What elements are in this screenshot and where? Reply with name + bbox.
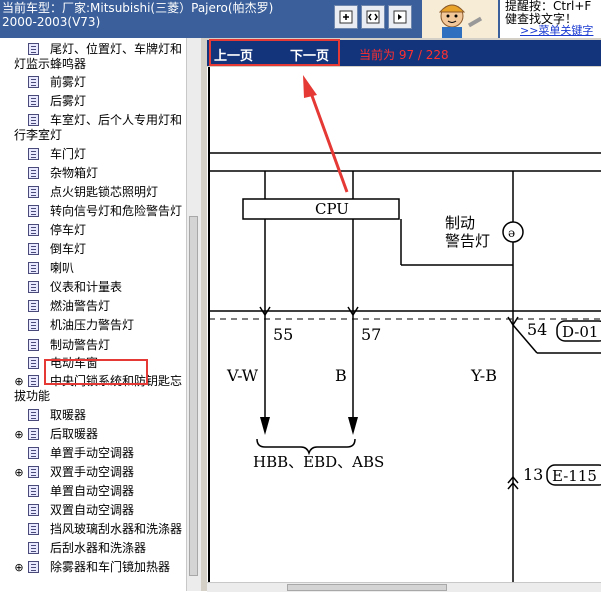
hint-panel: 提醒按：Ctrl+F健查找文字！ >>菜单关键字	[500, 0, 601, 38]
expand-icon[interactable]: ⊕	[14, 428, 24, 442]
pin-13: 13	[523, 465, 543, 484]
tree-item-label: 尾灯、位置灯、车牌灯和灯监示蜂鸣器	[14, 42, 183, 71]
vehicle-name: 当前车型：厂家:Mitsubishi(三菱）Pajero(帕杰罗)	[2, 1, 274, 15]
mascot-logo	[422, 0, 498, 38]
tree-item-label: 点火钥匙锁芯照明灯	[50, 185, 159, 199]
book-icon	[28, 561, 39, 573]
tree-item-label: 倒车灯	[50, 242, 87, 256]
tree-item-label: 双置手动空调器	[50, 465, 135, 479]
tree-scroll-thumb[interactable]	[189, 216, 198, 576]
book-icon	[28, 339, 39, 351]
tree-item-label: 后雾灯	[50, 94, 87, 108]
tree-item-label: 挡风玻璃刮水器和洗涤器	[50, 522, 183, 536]
tree-item-label: 机油压力警告灯	[50, 318, 135, 332]
pin-57: 57	[361, 325, 381, 344]
connector-d: D-01	[562, 323, 598, 341]
systems-label: HBB、EBD、ABS	[253, 453, 384, 471]
lamp-label-line2: 警告灯	[445, 232, 490, 250]
book-icon	[28, 224, 39, 236]
book-icon	[28, 523, 39, 535]
pin-54: 54	[527, 320, 547, 339]
tree-item-label: 燃油警告灯	[50, 299, 111, 313]
menu-keyword-link[interactable]: >>菜单关键字	[520, 22, 593, 38]
book-icon	[28, 300, 39, 312]
split-page-button[interactable]	[361, 5, 385, 29]
lamp-label-line1: 制动	[445, 214, 475, 232]
book-icon	[28, 357, 39, 369]
book-icon	[28, 466, 39, 478]
book-icon	[28, 485, 39, 497]
vehicle-info: 当前车型：厂家:Mitsubishi(三菱）Pajero(帕杰罗) 2000-2…	[2, 1, 332, 29]
chapter-tree: 前灯尾灯、位置灯、车牌灯和灯监示蜂鸣器前雾灯后雾灯车室灯、后个人专用灯和行李室灯…	[0, 38, 187, 591]
tree-item-label: 前雾灯	[50, 75, 87, 89]
book-icon	[28, 95, 39, 107]
book-icon	[28, 262, 39, 274]
view-toolbar	[334, 5, 412, 29]
fit-page-icon	[393, 10, 407, 24]
book-icon	[28, 409, 39, 421]
pin-55: 55	[273, 325, 293, 344]
tree-item-label: 喇叭	[50, 261, 75, 275]
book-icon	[28, 186, 39, 198]
book-icon	[28, 148, 39, 160]
wire-color-yb: Y-B	[470, 366, 497, 385]
tree-item-label: 杂物箱灯	[50, 166, 99, 180]
mascot-icon	[422, 0, 498, 38]
tree-item-label: 车门灯	[50, 147, 87, 161]
tree-item-label: 停车灯	[50, 223, 87, 237]
tree-item-label: 后取暖器	[50, 427, 99, 441]
selected-item-highlight	[44, 359, 148, 385]
cpu-label: CPU	[315, 200, 349, 218]
tree-item-label: 车室灯、后个人专用灯和行李室灯	[14, 113, 183, 142]
book-icon	[28, 205, 39, 217]
wire-color-vw: V-W	[226, 366, 259, 385]
connector-e: E-115	[552, 467, 597, 485]
diagram-hscroll-thumb[interactable]	[287, 584, 447, 591]
tree-item-label: 除雾器和车门镜加热器	[50, 560, 171, 574]
expand-icon[interactable]: ⊕	[14, 466, 24, 480]
book-icon	[28, 447, 39, 459]
vehicle-years: 2000-2003(V73)	[2, 15, 101, 29]
tree-item-label: 后刮水器和洗涤器	[50, 541, 147, 555]
book-icon	[28, 504, 39, 516]
tree-item-label: 转向信号灯和危险警告灯	[50, 204, 183, 218]
tree-item-label: 双置自动空调器	[50, 503, 135, 517]
book-icon	[28, 167, 39, 179]
tree-item-label: 单置手动空调器	[50, 446, 135, 460]
book-icon	[28, 319, 39, 331]
book-icon	[28, 281, 39, 293]
page-nav-highlight	[209, 39, 340, 66]
book-icon	[28, 76, 39, 88]
page-counter: 当前为 97 / 228	[359, 48, 449, 62]
tree-item-label: 单置自动空调器	[50, 484, 135, 498]
fit-page-button[interactable]	[388, 5, 412, 29]
wire-color-b: B	[335, 366, 347, 385]
book-icon	[28, 243, 39, 255]
wiring-diagram: CPU 55 57 V-W B HBB、EBD、ABS ə 制动 警告灯 54	[208, 67, 601, 582]
single-page-button[interactable]	[334, 5, 358, 29]
book-icon	[28, 542, 39, 554]
single-page-icon	[339, 10, 353, 24]
split-page-icon	[366, 10, 380, 24]
book-icon	[28, 428, 39, 440]
tree-scrollbar[interactable]	[186, 38, 201, 591]
tree-item-label: 仪表和计量表	[50, 280, 123, 294]
header-bar: 当前车型：厂家:Mitsubishi(三菱）Pajero(帕杰罗) 2000-2…	[0, 0, 601, 38]
tree-item-label: 制动警告灯	[50, 338, 111, 352]
expand-icon[interactable]: ⊕	[14, 561, 24, 575]
tree-item-label: 取暖器	[50, 408, 87, 422]
lamp-symbol: ə	[508, 226, 515, 240]
diagram-viewport[interactable]: CPU 55 57 V-W B HBB、EBD、ABS ə 制动 警告灯 54	[207, 67, 601, 582]
